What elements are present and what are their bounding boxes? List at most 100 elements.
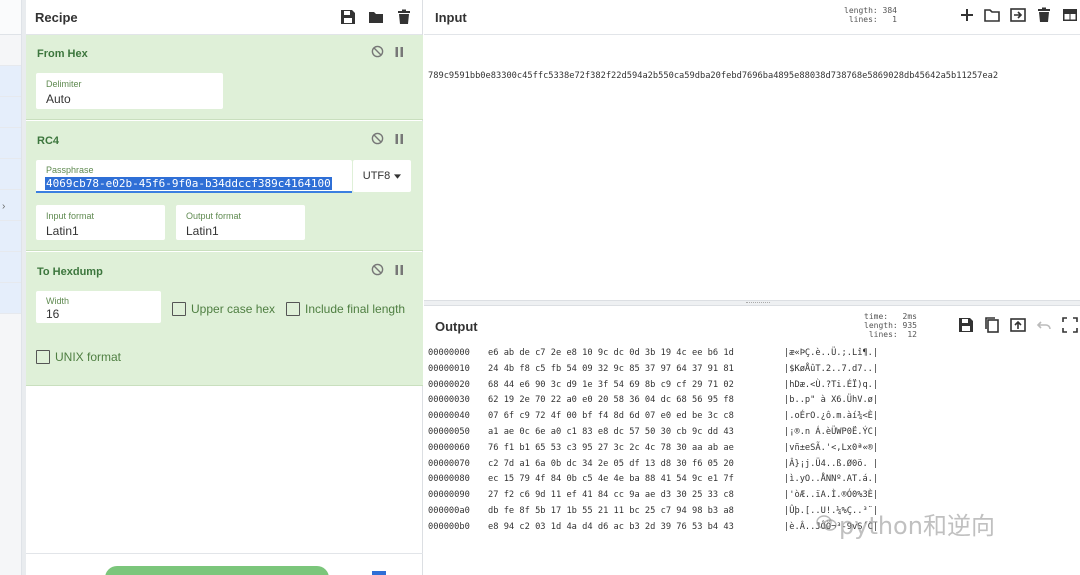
- output-format-value: Latin1: [186, 224, 219, 238]
- unix-format-label: UNIX format: [55, 350, 122, 364]
- folder-icon[interactable]: [368, 9, 384, 25]
- operation-list-item[interactable]: [0, 35, 21, 66]
- disable-icon[interactable]: [371, 263, 384, 276]
- hexdump-offset: 00000000: [428, 348, 470, 358]
- hexdump-row: 00000060 76 f1 b1 65 53 c3 95 27 3c 2c 4c…: [428, 441, 1080, 457]
- input-title: Input: [435, 9, 467, 25]
- hexdump-bytes: 07 6f c9 72 4f 00 bf f4 8d 6d 07 e0 ed b…: [488, 411, 734, 422]
- io-pane: Input length: 384 lines: 1 789c9591bb0e8…: [424, 0, 1080, 575]
- rc4-title: RC4: [37, 135, 60, 147]
- hexdump-ascii: |ì.yO..ÅNNº.AT.á.|: [784, 474, 879, 485]
- operations-header: [0, 0, 21, 35]
- from-hex-title: From Hex: [37, 48, 88, 60]
- disable-icon[interactable]: [371, 45, 384, 58]
- copy-icon[interactable]: [984, 317, 1000, 333]
- encoding-dropdown[interactable]: UTF8: [353, 160, 411, 192]
- hexdump-bytes: 76 f1 b1 65 53 c3 95 27 3c 2c 4c 78 30 a…: [488, 442, 734, 453]
- hexdump-ascii: |vñ±eSÃ.'<,Lx0ª«®|: [784, 442, 879, 453]
- folder-icon[interactable]: [984, 7, 1000, 23]
- hexdump-ascii: |¡®.n Á.èÜWP0Ë.ÝC|: [784, 426, 879, 437]
- plus-icon[interactable]: [960, 8, 974, 22]
- operation-list-item[interactable]: [0, 221, 21, 252]
- hexdump-bytes: a1 ae 0c 6e a0 c1 83 e8 dc 57 50 30 cb 9…: [488, 426, 734, 437]
- input-stats: length: 384 lines: 1: [844, 6, 897, 24]
- checkbox-box[interactable]: [286, 302, 300, 316]
- recipe-pane: Recipe From Hex Delimiter Auto RC4 Passp…: [26, 0, 423, 575]
- hexdump-ascii: |$KøÅûT.2..7.d7..|: [784, 363, 879, 374]
- hexdump-offset: 00000080: [428, 474, 470, 485]
- hexdump-row: 00000070 c2 7d a1 6a 0b dc 34 2e 05 df 13…: [428, 457, 1080, 473]
- hexdump-row: 00000030 62 19 2e 70 22 a0 e0 20 58 36 04…: [428, 393, 1080, 409]
- rc4-operation: RC4 Passphrase 4069cb78-e02b-45f6-9f0a-b…: [26, 121, 423, 251]
- hexdump-offset: 000000a0: [428, 505, 470, 516]
- output-format-label: Output format: [186, 211, 242, 221]
- bake-button[interactable]: [105, 566, 329, 575]
- trash-icon[interactable]: [1036, 7, 1052, 23]
- passphrase-label: Passphrase: [46, 165, 94, 175]
- hexdump-bytes: e6 ab de c7 2e e8 10 9c dc 0d 3b 19 4c e…: [488, 348, 734, 358]
- operations-pane-edge: ›: [0, 0, 22, 575]
- width-label: Width: [46, 296, 70, 306]
- to-hexdump-operation: To Hexdump Width 16 Upper case hex Inclu…: [26, 252, 423, 386]
- passphrase-value: 4069cb78-e02b-45f6-9f0a-b34ddccf389c4164…: [45, 177, 332, 190]
- hexdump-row: 00000010 24 4b f8 c5 fb 54 09 32 9c 85 37…: [428, 362, 1080, 378]
- to-hexdump-title: To Hexdump: [37, 266, 103, 278]
- checkbox-box[interactable]: [172, 302, 186, 316]
- output-format-field[interactable]: Output format Latin1: [176, 205, 305, 240]
- focus-underline: [36, 191, 352, 193]
- hexdump-offset: 00000050: [428, 426, 470, 437]
- pause-icon[interactable]: [394, 264, 405, 276]
- controls-divider: [26, 553, 423, 554]
- replace-input-icon[interactable]: [1010, 317, 1026, 333]
- hexdump-offset: 00000090: [428, 490, 470, 501]
- upper-case-hex-label: Upper case hex: [191, 302, 276, 316]
- input-header: Input length: 384 lines: 1: [424, 0, 1080, 35]
- maximize-icon[interactable]: [1062, 317, 1078, 333]
- save-icon[interactable]: [958, 317, 974, 333]
- passphrase-field[interactable]: Passphrase 4069cb78-e02b-45f6-9f0a-b34dd…: [36, 160, 352, 193]
- input-textarea[interactable]: 789c9591bb0e83300c45ffc5338e72f382f22d59…: [428, 37, 1080, 101]
- hexdump-ascii: |b..p" à X6.ÜhV.ø|: [784, 395, 879, 406]
- pause-icon[interactable]: [394, 46, 405, 58]
- operation-list-item[interactable]: [0, 283, 21, 314]
- encoding-value: UTF8: [362, 170, 391, 182]
- auto-bake-checkbox[interactable]: [372, 571, 386, 575]
- checkbox-box[interactable]: [36, 350, 50, 364]
- hexdump-row: 00000050 a1 ae 0c 6e a0 c1 83 e8 dc 57 50…: [428, 425, 1080, 441]
- operation-list-item[interactable]: [0, 66, 21, 97]
- wechat-logo-icon: [816, 515, 837, 531]
- pause-icon[interactable]: [394, 133, 405, 145]
- include-final-length-checkbox[interactable]: Include final length: [286, 302, 405, 316]
- watermark-text: python和逆向: [839, 512, 995, 540]
- input-format-field[interactable]: Input format Latin1: [36, 205, 165, 240]
- output-stats: time: 2ms length: 935 lines: 12: [864, 312, 917, 339]
- layout-icon[interactable]: [1062, 7, 1078, 23]
- hexdump-bytes: e8 94 c2 03 1d 4a d4 d6 ac b3 2d 39 76 5…: [488, 521, 734, 532]
- include-final-length-label: Include final length: [305, 302, 406, 316]
- delimiter-value: Auto: [46, 92, 71, 106]
- save-icon[interactable]: [340, 9, 356, 25]
- unix-format-checkbox[interactable]: UNIX format: [36, 350, 121, 364]
- hexdump-ascii: |.oÉrO.¿ô.m.àí¾<È|: [784, 411, 879, 422]
- disable-icon[interactable]: [371, 132, 384, 145]
- operation-list-item[interactable]: [0, 128, 21, 159]
- delimiter-field[interactable]: Delimiter Auto: [36, 73, 223, 109]
- import-file-icon[interactable]: [1010, 7, 1026, 23]
- hexdump-row: 00000040 07 6f c9 72 4f 00 bf f4 8d 6d 07…: [428, 409, 1080, 425]
- operation-list-item[interactable]: [0, 97, 21, 128]
- operation-list-item[interactable]: [0, 159, 21, 190]
- hexdump-bytes: 27 f2 c6 9d 11 ef 41 84 cc 9a ae d3 30 2…: [488, 490, 734, 501]
- width-field[interactable]: Width 16: [36, 291, 161, 323]
- upper-case-hex-checkbox[interactable]: Upper case hex: [172, 302, 275, 316]
- from-hex-operation: From Hex Delimiter Auto: [26, 35, 423, 120]
- hexdump-ascii: |hDæ.<Ù.?Ti.ÉÏ)q.|: [784, 379, 879, 390]
- operation-list-item[interactable]: [0, 252, 21, 283]
- hexdump-row: 00000020 68 44 e6 90 3c d9 1e 3f 54 69 8b…: [428, 378, 1080, 394]
- io-resizer[interactable]: [424, 300, 1080, 306]
- width-value: 16: [46, 307, 60, 321]
- input-format-label: Input format: [46, 211, 95, 221]
- undo-icon[interactable]: [1036, 317, 1052, 333]
- hexdump-bytes: ec 15 79 4f 84 0b c5 4e 4e ba 88 41 54 9…: [488, 474, 734, 485]
- trash-icon[interactable]: [396, 9, 412, 25]
- hexdump-offset: 000000b0: [428, 521, 470, 532]
